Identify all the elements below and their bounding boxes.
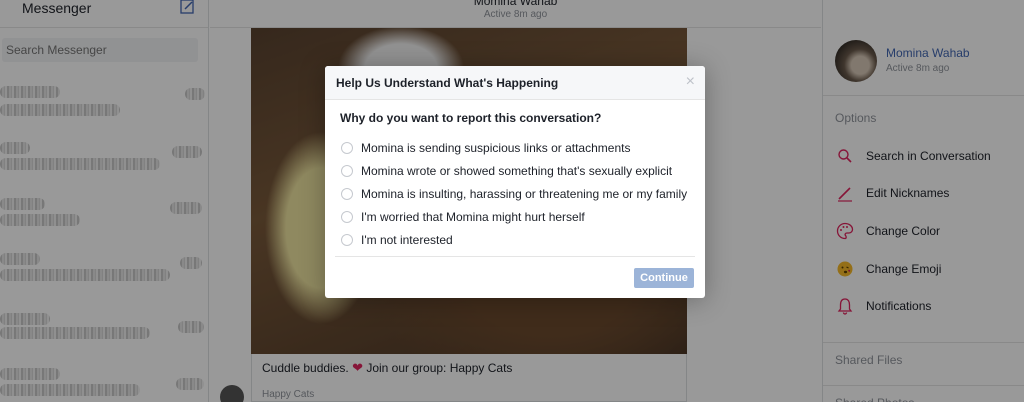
reason-option[interactable]: Momina is insulting, harassing or threat…: [341, 182, 687, 205]
radio-button[interactable]: [341, 141, 353, 154]
report-dialog: Help Us Understand What's Happening × Wh…: [325, 66, 705, 298]
dialog-divider: [335, 256, 695, 257]
reason-option[interactable]: I'm worried that Momina might hurt herse…: [341, 205, 687, 228]
reason-option[interactable]: Momina is sending suspicious links or at…: [341, 136, 687, 159]
close-icon[interactable]: ×: [686, 73, 695, 91]
report-reason-options: Momina is sending suspicious links or at…: [341, 136, 687, 251]
radio-button[interactable]: [341, 210, 353, 223]
dialog-title: Help Us Understand What's Happening: [336, 76, 559, 90]
reason-option[interactable]: I'm not interested: [341, 228, 687, 251]
continue-button[interactable]: Continue: [634, 268, 694, 288]
reason-option[interactable]: Momina wrote or showed something that's …: [341, 159, 687, 182]
radio-button[interactable]: [341, 187, 353, 200]
dialog-question: Why do you want to report this conversat…: [340, 111, 602, 125]
radio-button[interactable]: [341, 164, 353, 177]
dialog-header: Help Us Understand What's Happening ×: [325, 66, 705, 100]
radio-button[interactable]: [341, 233, 353, 246]
